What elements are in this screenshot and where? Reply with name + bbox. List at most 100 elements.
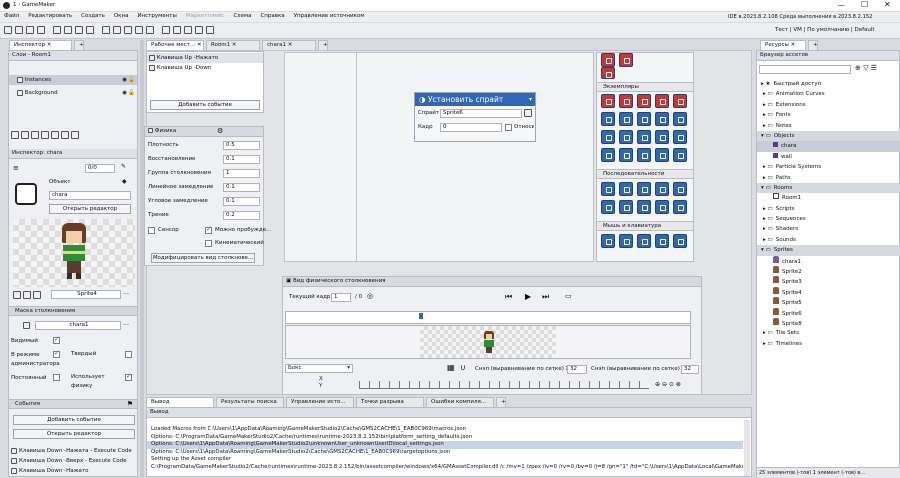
asset-item[interactable]: ▸ ★ Быстрый доступ [757,79,900,89]
physics-field-input[interactable]: 0.1 [223,155,260,164]
asset-item[interactable]: Sprite5 [757,297,900,307]
snap-y-field[interactable]: 32 [681,365,699,374]
asset-item[interactable]: ▸ ▭ Extensions [757,100,900,110]
instance-create-icon[interactable] [601,94,615,108]
object-name-field[interactable]: chara [49,191,131,200]
sequence-play-icon[interactable] [637,182,651,196]
collision-canvas[interactable] [285,325,691,359]
open-editor-button[interactable]: Открыть редактор [49,204,131,214]
zoom-in-icon[interactable]: ⊕ [655,381,660,388]
kinematic-checkbox[interactable] [205,240,212,247]
play-icon[interactable] [64,26,72,34]
add-tab-button[interactable]: + [74,40,84,50]
add-tab-button[interactable]: + [496,397,506,407]
grid-icon[interactable]: ▦ [447,363,455,372]
skip-end-icon[interactable]: ⏭ [542,292,549,302]
shape-select[interactable]: Бокс ▾ [285,364,353,373]
asset-item[interactable]: ▾ ▭ Rooms [757,182,900,194]
asset-search-input[interactable] [759,65,851,74]
target-settings[interactable]: Тест | VM | По умолчанию | Default [775,27,875,33]
in-admin-checkbox[interactable] [53,349,60,358]
scale-icon[interactable] [637,148,651,162]
pin-icon[interactable]: ✎ [121,163,126,170]
close-button[interactable]: ✕ [884,0,891,9]
sprite-param-field[interactable]: Sprite6 [440,109,522,118]
menu-item[interactable]: Файл [4,13,19,19]
open-editor-button[interactable]: Открыть редактор [13,429,135,439]
gamepad-icon[interactable] [673,234,687,248]
instance-move-icon[interactable] [655,94,669,108]
skip-start-icon[interactable]: ⏮ [505,292,512,302]
physics-field-input[interactable]: 0.1 [223,197,260,206]
current-frame-field[interactable]: 1 [331,293,351,302]
frame-param-field[interactable]: 0 [440,123,502,132]
workspace-tab[interactable]: chara1 ✕ [262,40,316,50]
gear-icon[interactable]: ⚙ [217,127,223,135]
zoom-fit-icon[interactable]: ⊗ [676,381,681,388]
snap-x-field[interactable]: 32 [567,365,587,374]
fullscreen-icon[interactable] [146,26,154,34]
minimize-button[interactable]: — [838,1,845,9]
count-icon[interactable] [673,130,687,144]
tab-resources[interactable]: Ресурсы ✕ [760,40,806,50]
asset-item[interactable]: chara1 [757,255,900,266]
key-down-icon[interactable] [655,234,669,248]
asset-item[interactable]: ▸ ▭ Shaders [757,224,900,234]
search-icon[interactable] [195,26,203,34]
workspace-tab[interactable]: Room1 ✕ [206,40,260,50]
undo-icon[interactable] [206,26,214,34]
bounce-icon[interactable] [601,130,615,144]
sequence-speed-icon[interactable] [673,182,687,196]
layout-icon[interactable] [184,26,192,34]
asset-browser-icon[interactable] [524,109,532,117]
event-key-up-pressed[interactable]: Клавиша Up -Нажато [147,53,263,63]
new-sprite-icon[interactable] [13,291,21,299]
eye-icon[interactable]: ◉ [122,88,127,98]
asset-item[interactable]: ▸ ▭ Sounds [757,235,900,245]
menu-item[interactable]: Справка [260,13,284,19]
asset-item[interactable]: Sprite2 [757,266,900,276]
more-options-icon[interactable]: … [123,320,129,327]
add-icon[interactable]: ⊕ [855,64,861,72]
text-icon[interactable] [173,26,181,34]
asset-item[interactable]: ▸ ▭ Scripts [757,204,900,214]
asset-item[interactable]: wall [757,152,900,162]
menu-item[interactable]: Инструменты [137,13,176,19]
sprite-select[interactable]: Sprite4 [51,290,121,299]
asset-item[interactable]: ▸ ▭ Paths [757,173,900,183]
add-background-layer-icon[interactable] [40,131,49,139]
friction-icon[interactable] [655,112,669,126]
modify-collision-shape-button[interactable]: Модифицировать вид столкнове... [151,253,255,263]
physics-field-input[interactable]: 0.5 [223,141,260,150]
add-event-button[interactable]: Добавить событие [13,415,135,425]
sequence-destroy-icon[interactable] [619,182,633,196]
grid-snap-icon[interactable] [655,130,669,144]
angle-icon[interactable] [619,148,633,162]
speed-icon[interactable] [601,112,615,126]
event-item[interactable]: Клавиша Down -Вверх - Execute Code [11,456,137,466]
stop-icon[interactable] [75,26,83,34]
paint-sprite-icon[interactable] [32,291,41,299]
edit-sprite-icon[interactable] [22,291,31,299]
persistent-checkbox[interactable] [53,374,60,381]
menu-item[interactable]: Маркетплейс [186,13,225,19]
debug-icon[interactable] [53,26,61,34]
add-path-layer-icon[interactable] [30,131,39,139]
sequence-track-icon[interactable] [619,200,633,214]
output-scrollbar[interactable] [744,420,750,476]
menu-item[interactable]: Создать [81,13,105,19]
cycle-icon[interactable] [601,148,615,162]
event-item[interactable]: Клавиша Down -Нажато [11,466,137,476]
asset-item[interactable]: Sprite8 [757,317,900,328]
magnet-icon[interactable]: ∪ [460,363,466,372]
open-icon[interactable] [15,26,23,34]
asset-item[interactable]: ▸ ▭ Fonts [757,110,900,120]
asset-item[interactable]: Room1 [757,193,900,203]
maximize-button[interactable]: ☐ [861,0,868,9]
eye-icon[interactable]: ◉ [122,75,127,85]
add-tab-button[interactable]: + [318,40,328,50]
new-icon[interactable] [619,53,633,67]
add-tab-button[interactable]: + [808,40,818,50]
instance-change-icon[interactable] [637,94,651,108]
event-key-up-down[interactable]: Клавиша Up -Down [147,63,263,73]
